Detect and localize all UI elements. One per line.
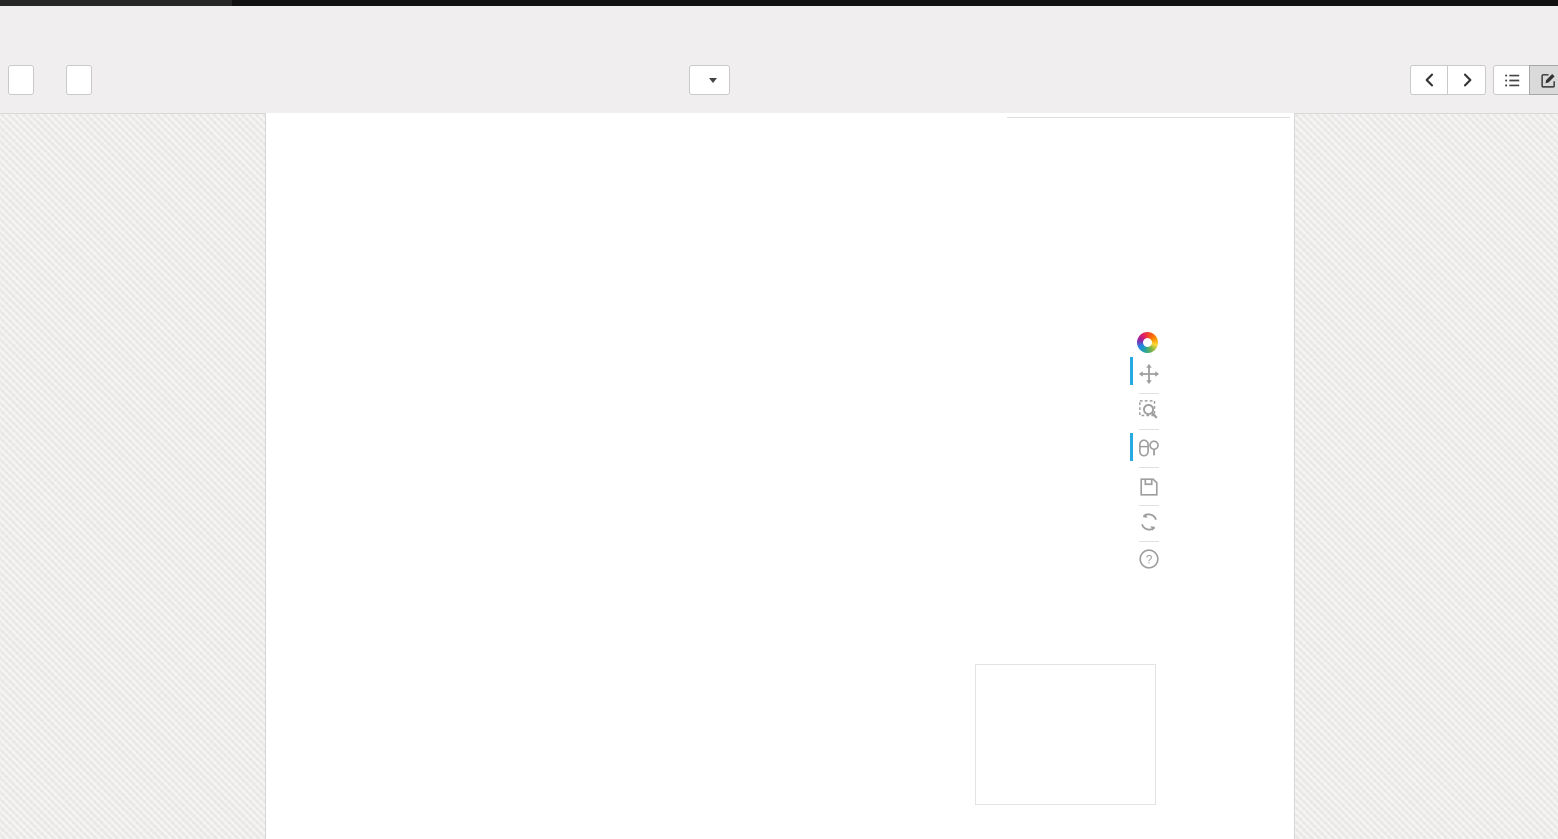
wheel-zoom-tool-icon[interactable]: [1138, 437, 1160, 459]
action-dropdown-button[interactable]: [689, 65, 730, 95]
page: ?: [0, 0, 1558, 839]
tool-divider: [1139, 505, 1159, 506]
save-tool-icon[interactable]: [1138, 476, 1160, 498]
active-tool-indicator: [1130, 433, 1133, 461]
chart-legend: [975, 664, 1156, 805]
form-view-icon: [1540, 72, 1557, 89]
help-tool-icon[interactable]: ?: [1138, 548, 1160, 570]
tool-divider: [1139, 541, 1159, 542]
clipped-field-text: [1050, 104, 1170, 113]
chevron-down-icon: [709, 78, 717, 83]
pager-previous-button[interactable]: [1410, 65, 1449, 95]
tool-divider: [1139, 393, 1159, 394]
chevron-left-icon: [1422, 72, 1438, 88]
switch-form-view-button[interactable]: [1529, 65, 1558, 95]
pager-next-button[interactable]: [1447, 65, 1486, 95]
tool-divider: [1139, 429, 1159, 430]
svg-text:?: ?: [1146, 552, 1153, 566]
control-panel: [0, 6, 1558, 114]
create-button[interactable]: [66, 65, 92, 95]
list-view-icon: [1504, 72, 1521, 89]
active-tool-indicator: [1130, 357, 1133, 385]
tool-divider: [1139, 467, 1159, 468]
breadcrumb: [8, 15, 20, 38]
chevron-right-icon: [1459, 72, 1475, 88]
pan-tool-icon[interactable]: [1138, 363, 1160, 385]
switch-list-view-button[interactable]: [1493, 65, 1531, 95]
clipped-row-border: [1007, 117, 1290, 118]
bokeh-logo-icon[interactable]: [1137, 332, 1158, 353]
box-zoom-tool-icon[interactable]: [1138, 399, 1160, 421]
edit-button[interactable]: [8, 65, 34, 95]
reset-tool-icon[interactable]: [1138, 511, 1160, 533]
